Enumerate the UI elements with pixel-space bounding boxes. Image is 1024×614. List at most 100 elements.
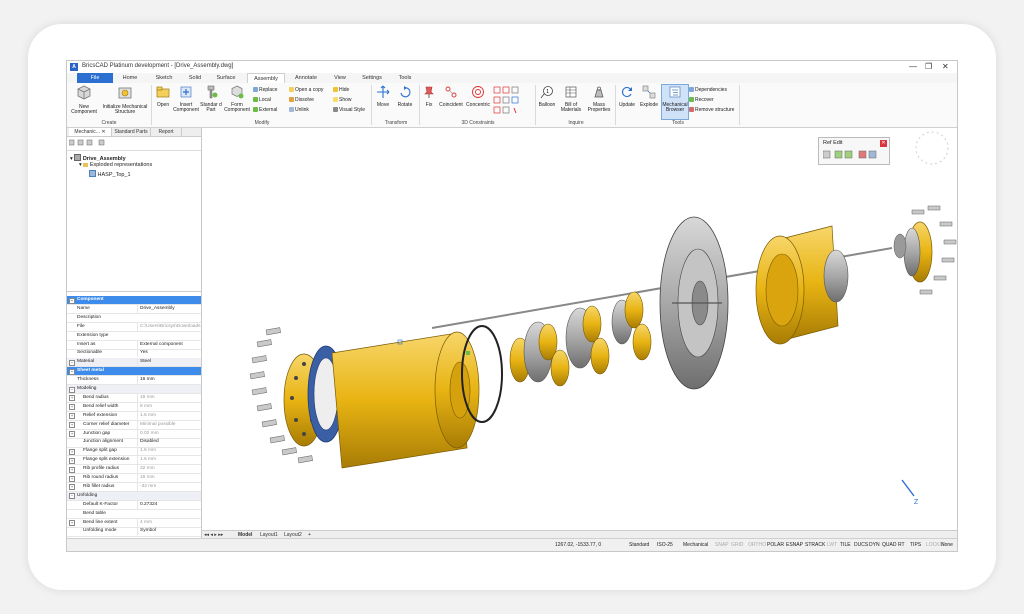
expand-toggle-icon[interactable]: + [69, 484, 75, 491]
planetary-gears[interactable] [509, 291, 652, 387]
status-toggle-esnap[interactable]: ESNAP [786, 542, 803, 548]
rotate-button[interactable]: Rotate [394, 85, 416, 108]
ref-edit-panel[interactable]: Ref Edit ✕ [818, 137, 890, 165]
drum-cylinder[interactable] [755, 225, 849, 345]
coincident-button[interactable]: Coincident [438, 85, 464, 108]
property-row[interactable]: + Rib round radius 16 mm [67, 474, 204, 484]
property-value[interactable]: C:\Users\Bricsys\Downloads [137, 322, 204, 331]
expand-toggle-icon[interactable]: + [69, 395, 75, 402]
fix-button[interactable]: Fix [421, 85, 437, 108]
dissolve-button[interactable]: Dissolve [289, 97, 314, 103]
mass-properties-button[interactable]: Mass Properties [585, 85, 613, 114]
expand-toggle-icon[interactable]: − [69, 297, 75, 304]
visual-style-button[interactable]: Visual Style [333, 107, 365, 113]
property-value[interactable]: Yes [137, 349, 204, 358]
property-value[interactable]: 1.6 mm [137, 456, 204, 465]
property-value[interactable]: -32 mm [137, 482, 204, 491]
property-row[interactable]: Sectionable Yes [67, 349, 204, 359]
insert-component-button[interactable]: Insert Component [173, 85, 199, 114]
property-value[interactable]: Drive_Assembly [137, 304, 204, 313]
expand-toggle-icon[interactable]: + [69, 466, 75, 473]
property-value[interactable]: Symbol [137, 527, 204, 536]
property-row[interactable]: Insert as External component [67, 340, 204, 350]
status-toggle-ortho[interactable]: ORTHO [748, 542, 766, 548]
open-button[interactable]: Open [153, 85, 173, 108]
status-none-dropdown[interactable]: None [941, 542, 953, 548]
status-toggle-ducs[interactable]: DUCS [854, 542, 868, 548]
expand-toggle-icon[interactable]: + [69, 422, 75, 429]
property-value[interactable]: Disabled [137, 438, 204, 447]
dependencies-button[interactable]: Dependencies [689, 87, 727, 93]
minimize-button[interactable]: — [909, 62, 917, 71]
property-value[interactable]: 4 mm [137, 518, 204, 527]
expand-toggle-icon[interactable]: + [69, 404, 75, 411]
property-row[interactable]: − Material Steel [67, 358, 204, 368]
recover-button[interactable]: Recover [689, 97, 714, 103]
status-toggle-strack[interactable]: STRACK [805, 542, 825, 548]
status-setting[interactable]: Mechanical [683, 542, 708, 548]
status-toggle-tips[interactable]: TIPS [910, 542, 921, 548]
property-row[interactable]: + Bend radius 16 mm [67, 393, 201, 404]
close-button[interactable]: ✕ [942, 62, 949, 71]
tab-surface[interactable]: Surface [211, 73, 241, 83]
tree-node-hasp[interactable]: HASP_Top_1 [89, 170, 131, 178]
model-viewport[interactable]: Z [202, 128, 957, 530]
drive-assembly-model[interactable]: Z [202, 128, 957, 530]
tab-settings[interactable]: Settings [357, 73, 387, 83]
property-value[interactable]: Steel [137, 358, 204, 367]
property-value[interactable]: 32 mm [137, 465, 204, 474]
property-value[interactable]: 16 mm [137, 474, 204, 482]
property-row[interactable]: + Rib profile radius 32 mm [67, 465, 204, 475]
property-value[interactable]: 0.27324 [137, 500, 204, 509]
expand-chevron-icon[interactable]: ▾ [79, 162, 82, 168]
concentric-button[interactable]: Concentric [465, 85, 491, 108]
view-cube[interactable] [915, 131, 949, 165]
property-row[interactable]: Name Drive_Assembly [67, 304, 204, 315]
status-toggle-tile[interactable]: TILE [840, 542, 851, 548]
tab-solid[interactable]: Solid [183, 73, 207, 83]
property-row[interactable]: Default K-Factor 0.27324 [67, 500, 204, 510]
expand-toggle-icon[interactable]: − [69, 359, 75, 366]
property-value[interactable]: Minimal possible [137, 420, 204, 429]
property-row[interactable]: + Flange split gap 1.6 mm [67, 447, 201, 457]
right-flange[interactable] [893, 221, 933, 283]
tree-node-exploded[interactable]: ▾ Exploded representations [79, 162, 152, 168]
explode-button[interactable]: Explode [638, 85, 660, 108]
property-value[interactable]: External component [137, 340, 204, 349]
property-row[interactable]: + Bend relief width 8 mm [67, 402, 201, 412]
ref-edit-close-button[interactable]: ✕ [880, 140, 887, 147]
expand-chevron-icon[interactable]: ▾ [70, 156, 73, 162]
property-row[interactable]: − Sheet metal [67, 367, 201, 377]
replace-button[interactable]: Replace [253, 87, 277, 93]
property-row[interactable]: + Flange split extension 1.6 mm [67, 456, 204, 466]
tab-sketch[interactable]: Sketch [149, 73, 179, 83]
tab-home[interactable]: Home [117, 73, 143, 83]
tree-tools-icon[interactable] [68, 139, 119, 147]
panel-tab-close-icon[interactable]: ✕ [101, 129, 105, 135]
maximize-button[interactable]: ❐ [925, 62, 932, 71]
expand-toggle-icon[interactable]: + [69, 475, 75, 482]
hide-button[interactable]: Hide [333, 87, 349, 93]
status-toggle-quad[interactable]: QUAD [882, 542, 896, 548]
local-button[interactable]: Local [253, 97, 271, 103]
update-button[interactable]: Update [617, 85, 637, 108]
tab-tools[interactable]: Tools [393, 73, 417, 83]
tab-file[interactable]: File [77, 73, 113, 83]
move-button[interactable]: Move [373, 85, 393, 108]
status-toggle-snap[interactable]: SNAP [715, 542, 729, 548]
tree-node-drive-assembly[interactable]: ▾ Drive_Assembly [70, 154, 126, 162]
expand-toggle-icon[interactable]: + [69, 457, 75, 464]
open-copy-button[interactable]: Open a copy [289, 87, 323, 93]
property-row[interactable]: + Corner relief diameter Minimal possible [67, 420, 204, 430]
property-row[interactable]: − Unfolding [67, 491, 201, 501]
property-row[interactable]: + Junction gap 0.02 mm [67, 429, 201, 439]
property-row[interactable]: Unfolding mode Symbol [67, 527, 204, 537]
tab-report[interactable]: Report [151, 128, 182, 136]
property-row[interactable]: Bend table [67, 510, 201, 519]
tab-annotate[interactable]: Annotate [289, 73, 323, 83]
property-row[interactable]: Description [67, 314, 201, 323]
status-toggle-dyn[interactable]: DYN [869, 542, 880, 548]
tab-standard-parts[interactable]: Standard Parts [112, 128, 151, 136]
grip-point[interactable] [466, 351, 470, 355]
expand-toggle-icon[interactable]: + [69, 413, 75, 420]
